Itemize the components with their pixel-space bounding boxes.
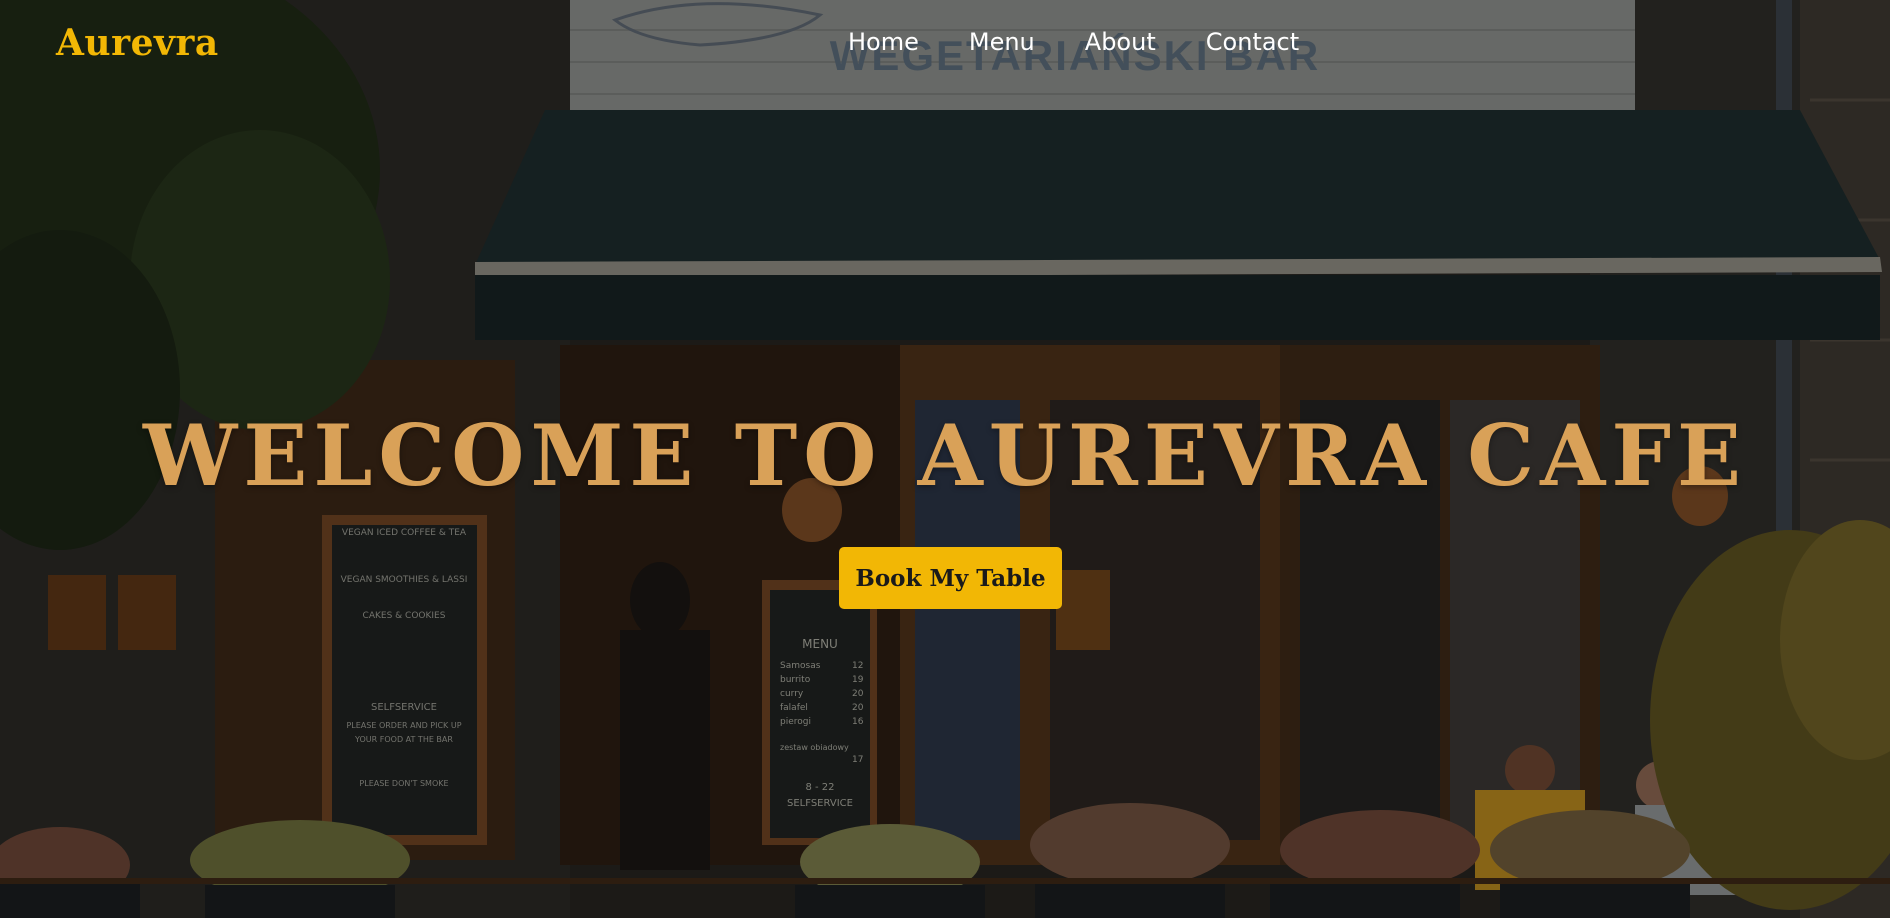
nav-link-menu[interactable]: Menu — [969, 28, 1035, 56]
nav-link-contact[interactable]: Contact — [1206, 28, 1299, 56]
book-table-button[interactable]: Book My Table — [839, 547, 1062, 609]
brand-logo[interactable]: Aurevra — [56, 22, 219, 64]
nav-links: Home Menu About Contact — [848, 28, 1299, 56]
hero-section: WEGETARIAŃSKI BAR VEGAN ICED COFFEE & TE… — [0, 0, 1890, 918]
navbar: Aurevra Home Menu About Contact — [0, 0, 1890, 92]
nav-link-home[interactable]: Home — [848, 28, 919, 56]
nav-link-about[interactable]: About — [1085, 28, 1156, 56]
hero-title: WELCOME TO AUREVRA CAFE — [143, 406, 1747, 505]
